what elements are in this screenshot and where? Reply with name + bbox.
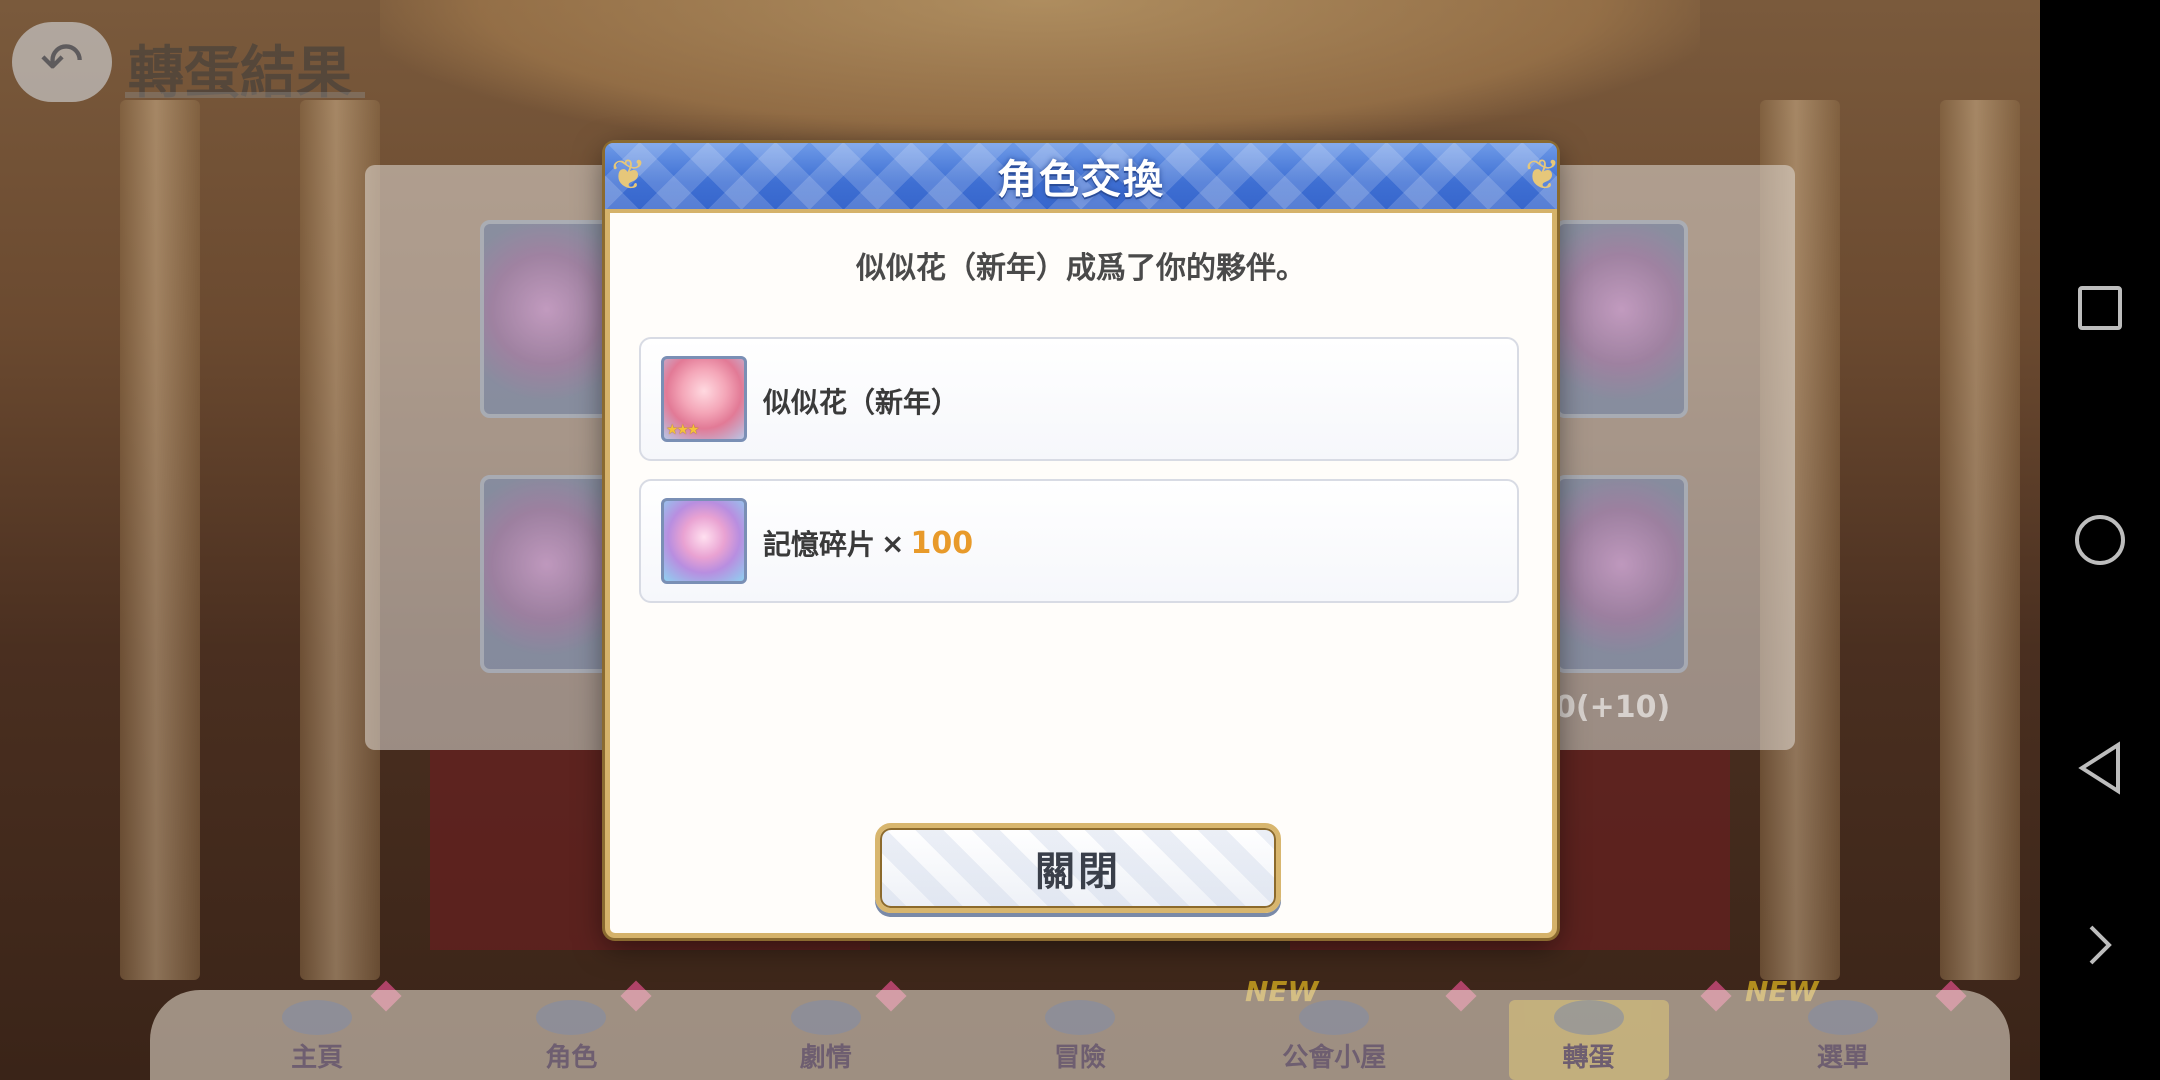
castle-icon bbox=[282, 1000, 353, 1035]
system-navigation-bar bbox=[2040, 0, 2160, 1080]
back-arrow-icon: ↶ bbox=[40, 32, 84, 92]
back-nav-button[interactable] bbox=[2040, 713, 2160, 823]
result-card bbox=[1555, 475, 1688, 673]
home-icon bbox=[2075, 515, 2125, 565]
sword-icon bbox=[1044, 1000, 1115, 1035]
character-portrait-icon: ★★★ bbox=[661, 356, 747, 442]
recent-apps-button[interactable] bbox=[2040, 253, 2160, 363]
rarity-stars: ★★★ bbox=[666, 422, 700, 438]
memory-piece-icon bbox=[661, 498, 747, 584]
crystal-icon bbox=[1807, 1000, 1878, 1035]
menu-item-guild-house[interactable]: 公會小屋 bbox=[1254, 1000, 1414, 1080]
back-icon bbox=[2078, 741, 2120, 795]
back-button[interactable]: ↶ bbox=[12, 22, 112, 102]
menu-item-story[interactable]: 劇情 bbox=[746, 1000, 906, 1080]
recent-apps-icon bbox=[2078, 286, 2122, 330]
close-button[interactable]: 關閉 bbox=[875, 823, 1281, 913]
stage-arch bbox=[380, 0, 1700, 150]
ornament-right-icon: ❦ bbox=[1525, 150, 1561, 199]
gacha-icon bbox=[1553, 1000, 1624, 1035]
bottom-menu-bar: 主頁 角色 劇情 冒險 公會小屋 轉蛋 選單 bbox=[150, 990, 2010, 1080]
close-button-label: 關閉 bbox=[1035, 849, 1121, 895]
expand-icon bbox=[2089, 925, 2112, 965]
house-icon bbox=[1299, 1000, 1370, 1035]
ten-pull-label: 0(+10) bbox=[1555, 690, 1671, 725]
result-card bbox=[480, 475, 613, 673]
result-card bbox=[480, 220, 613, 418]
reward-name: 似似花（新年） bbox=[763, 386, 960, 419]
result-card bbox=[1555, 220, 1688, 418]
home-button[interactable] bbox=[2040, 485, 2160, 595]
dialog-header: ❦ 角色交換 ❦ bbox=[605, 143, 1561, 213]
dialog-message: 似似花（新年）成爲了你的夥伴。 bbox=[856, 251, 1306, 286]
character-icon bbox=[536, 1000, 607, 1035]
reward-label: 記憶碎片 × 100 bbox=[763, 481, 973, 605]
reward-quantity: 100 bbox=[910, 525, 974, 561]
menu-item-gacha[interactable]: 轉蛋 bbox=[1508, 1000, 1669, 1080]
reward-row-memory-piece: 記憶碎片 × 100 bbox=[639, 479, 1519, 603]
menu-item-home[interactable]: 主頁 bbox=[237, 1000, 397, 1080]
pillar bbox=[120, 100, 200, 980]
menu-item-character[interactable]: 角色 bbox=[491, 1000, 651, 1080]
character-exchange-dialog: ❦ 角色交換 ❦ 似似花（新年）成爲了你的夥伴。 ★★★ 似似花（新年） 記憶碎… bbox=[605, 143, 1561, 938]
multiply-sign: × bbox=[881, 526, 905, 560]
scroll-icon bbox=[790, 1000, 861, 1035]
title-underline bbox=[125, 92, 365, 98]
reward-row-character: ★★★ 似似花（新年） bbox=[639, 337, 1519, 461]
menu-item-menu[interactable]: 選單 bbox=[1763, 1000, 1923, 1080]
dialog-title: 角色交換 bbox=[997, 157, 1165, 203]
ornament-left-icon: ❦ bbox=[611, 150, 647, 199]
reward-name: 記憶碎片 bbox=[763, 528, 876, 561]
pillar bbox=[1940, 100, 2020, 980]
menu-item-adventure[interactable]: 冒險 bbox=[1000, 1000, 1160, 1080]
expand-button[interactable] bbox=[2040, 890, 2160, 1000]
